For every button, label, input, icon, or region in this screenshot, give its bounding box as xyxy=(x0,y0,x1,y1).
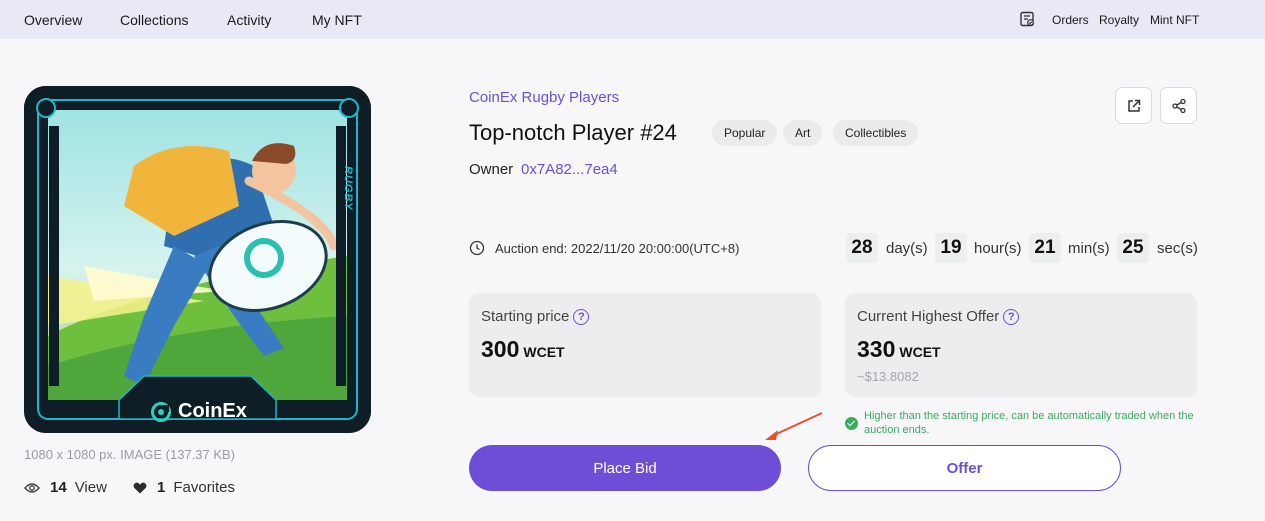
countdown-secs: 25 xyxy=(1117,233,1149,263)
place-bid-button[interactable]: Place Bid xyxy=(469,445,781,491)
highest-offer-usd: ~$13.8082 xyxy=(857,369,919,384)
nav-collections[interactable]: Collections xyxy=(120,12,188,28)
countdown-days: 28 xyxy=(846,233,878,263)
image-meta: 1080 x 1080 px. IMAGE (137.37 KB) xyxy=(24,447,236,462)
countdown-secs-unit: sec(s) xyxy=(1157,240,1198,257)
artwork-side-label: RUGBY xyxy=(342,166,354,211)
highest-offer-value: 330 WCET xyxy=(857,336,941,362)
owner-label: Owner xyxy=(469,161,514,178)
top-nav: Overview Collections Activity My NFT Ord… xyxy=(0,0,1265,39)
countdown-days-unit: day(s) xyxy=(886,240,928,257)
artwork-brand: CoinEx xyxy=(150,400,247,423)
nav-royalty[interactable]: Royalty xyxy=(1099,13,1139,27)
starting-price-card: Starting price ? 300 WCET xyxy=(469,293,821,397)
auto-trade-note: Higher than the starting price, can be a… xyxy=(845,409,1205,437)
offer-button[interactable]: Offer xyxy=(808,445,1121,491)
tag-art[interactable]: Art xyxy=(783,120,823,146)
clock-icon xyxy=(469,240,485,256)
views-stat: 14 View xyxy=(24,479,107,496)
nft-image[interactable]: RUGBY CoinEx xyxy=(24,86,371,433)
eye-icon xyxy=(24,482,40,493)
countdown-hours: 19 xyxy=(935,233,967,263)
share-button[interactable] xyxy=(1160,87,1197,124)
coinex-logo-icon xyxy=(151,401,171,422)
owner-address[interactable]: 0x7A82...7ea4 xyxy=(521,161,618,178)
nav-my-nft[interactable]: My NFT xyxy=(312,12,362,28)
nav-orders[interactable]: Orders xyxy=(1052,13,1089,27)
tag-collectibles[interactable]: Collectibles xyxy=(833,120,919,146)
rugby-player-artwork xyxy=(24,86,371,433)
share-icon xyxy=(1171,98,1186,113)
countdown-mins: 21 xyxy=(1029,233,1061,263)
collection-link[interactable]: CoinEx Rugby Players xyxy=(469,89,619,106)
help-icon[interactable]: ? xyxy=(573,308,590,325)
nav-activity[interactable]: Activity xyxy=(227,12,271,28)
orders-icon[interactable] xyxy=(1019,11,1035,27)
heart-icon[interactable] xyxy=(133,482,147,494)
auction-end: Auction end: 2022/11/20 20:00:00(UTC+8) xyxy=(469,240,739,256)
annotation-arrow-icon xyxy=(765,412,823,440)
help-icon[interactable]: ? xyxy=(1003,308,1020,325)
highest-offer-card: Current Highest Offer ? 330 WCET ~$13.808… xyxy=(845,293,1197,397)
tag-popular[interactable]: Popular xyxy=(712,120,778,146)
countdown-mins-unit: min(s) xyxy=(1068,240,1110,257)
favorites-stat[interactable]: 1 Favorites xyxy=(133,479,235,496)
starting-price-value: 300 WCET xyxy=(481,336,565,362)
check-circle-icon xyxy=(845,417,858,430)
open-external-button[interactable] xyxy=(1115,87,1152,124)
nav-overview[interactable]: Overview xyxy=(24,12,82,28)
countdown-hours-unit: hour(s) xyxy=(974,240,1022,257)
nav-mint-nft[interactable]: Mint NFT xyxy=(1150,13,1199,27)
starting-price-label: Starting price ? xyxy=(481,308,590,325)
highest-offer-label: Current Highest Offer ? xyxy=(857,308,1020,325)
nft-title: Top-notch Player #24 xyxy=(469,120,677,145)
external-link-icon xyxy=(1127,99,1140,112)
